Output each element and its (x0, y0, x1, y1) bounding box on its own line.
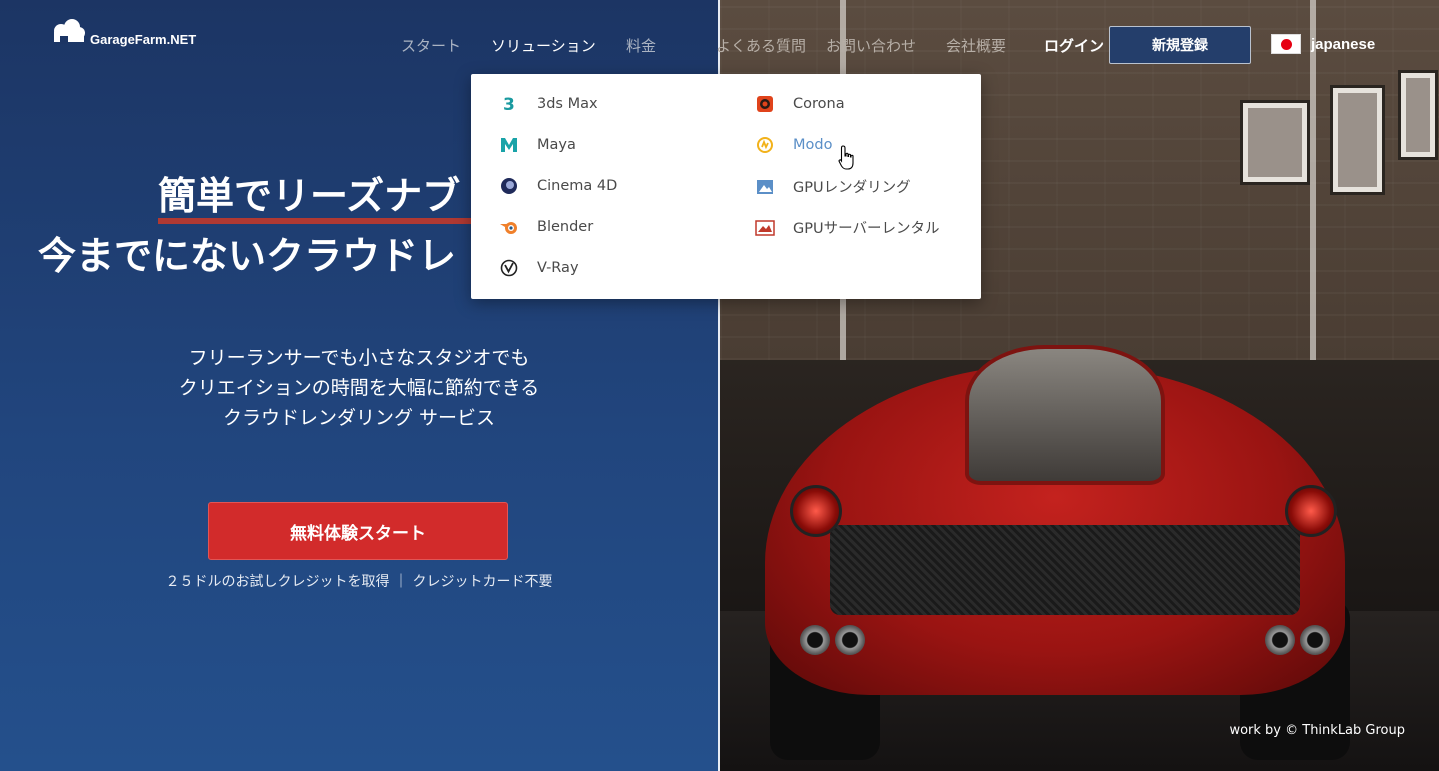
dropdown-item-modo[interactable]: Modo (755, 135, 832, 155)
nav-start[interactable]: スタート (401, 35, 461, 56)
exhaust (1300, 625, 1330, 655)
language-selector[interactable]: japanese (1271, 34, 1375, 54)
car-window (965, 345, 1165, 485)
wall-frame (1240, 100, 1310, 185)
corona-icon (755, 94, 775, 114)
japan-flag-icon (1271, 34, 1301, 54)
dropdown-item-label: GPUレンダリング (793, 180, 911, 196)
maya-icon (499, 135, 519, 155)
subtitle-line: フリーランサーでも小さなスタジオでも (188, 347, 530, 369)
dropdown-item-label: Cinema 4D (537, 178, 618, 194)
nav-faq[interactable]: よくある質問 (716, 35, 806, 56)
dropdown-item-3dsmax[interactable]: 3 3ds Max (499, 94, 598, 114)
wall-frame (1330, 85, 1385, 195)
headline-line-2: 今までにないクラウドレ (38, 234, 457, 278)
signup-button[interactable]: 新規登録 (1109, 26, 1251, 64)
exhaust (1265, 625, 1295, 655)
blender-icon (499, 217, 519, 237)
headline-line-1-text: 簡単でリーズナブ (158, 174, 461, 218)
pillar (1310, 0, 1316, 360)
gpu-server-icon (755, 218, 775, 238)
dropdown-item-gpu-server[interactable]: GPUサーバーレンタル (755, 217, 939, 238)
dropdown-item-maya[interactable]: Maya (499, 135, 576, 155)
tail-light (1285, 485, 1337, 537)
tail-light (790, 485, 842, 537)
nav-contact[interactable]: お問い合わせ (826, 35, 916, 56)
trial-note: ２５ドルのお試しクレジットを取得 ｜ クレジットカード不要 (165, 574, 553, 590)
modo-icon (755, 135, 775, 155)
dropdown-item-label: Corona (793, 96, 845, 112)
headline-line-1: 簡単でリーズナブ (158, 165, 488, 224)
gpu-rendering-icon (755, 177, 775, 197)
language-label: japanese (1311, 35, 1376, 53)
subtitle-line: クラウドレンダリング サービス (222, 407, 496, 429)
wall-frame (1398, 70, 1438, 160)
vray-icon (499, 258, 519, 278)
login-link[interactable]: ログイン (1044, 35, 1104, 56)
dropdown-item-cinema4d[interactable]: Cinema 4D (499, 176, 617, 196)
dropdown-item-gpu-rendering[interactable]: GPUレンダリング (755, 176, 911, 197)
hero-subtitle: フリーランサーでも小さなスタジオでも クリエイションの時間を大幅に節約できる ク… (0, 343, 718, 433)
car-grille (830, 525, 1300, 615)
free-trial-button[interactable]: 無料体験スタート (208, 502, 508, 560)
nav-solutions[interactable]: ソリューション (491, 35, 596, 56)
dropdown-item-blender[interactable]: Blender (499, 217, 593, 237)
dropdown-item-label: Modo (793, 137, 833, 153)
solutions-dropdown: 3 3ds Max Maya Cinema 4D Blender V-Ray C… (471, 74, 981, 299)
exhaust (835, 625, 865, 655)
photo-credit: work by © ThinkLab Group (1229, 723, 1405, 738)
hand-cursor-icon (838, 145, 854, 170)
3dsmax-icon: 3 (499, 94, 519, 114)
dropdown-item-label: Blender (537, 219, 594, 235)
cloud-garage-icon (54, 19, 85, 44)
brand-logo[interactable]: GarageFarm.NET (50, 18, 196, 48)
headline-underline (158, 218, 488, 224)
dropdown-item-vray[interactable]: V-Ray (499, 258, 579, 278)
dropdown-item-label: V-Ray (537, 260, 579, 276)
nav-about[interactable]: 会社概要 (946, 35, 1006, 56)
cinema4d-icon (499, 176, 519, 196)
nav-pricing[interactable]: 料金 (626, 35, 656, 56)
exhaust (800, 625, 830, 655)
brand-name: GarageFarm.NET (90, 32, 197, 47)
dropdown-item-corona[interactable]: Corona (755, 94, 845, 114)
svg-text:3: 3 (503, 95, 515, 113)
dropdown-item-label: GPUサーバーレンタル (793, 221, 940, 237)
dropdown-item-label: Maya (537, 137, 576, 153)
dropdown-item-label: 3ds Max (537, 96, 598, 112)
subtitle-line: クリエイションの時間を大幅に節約できる (178, 377, 540, 399)
